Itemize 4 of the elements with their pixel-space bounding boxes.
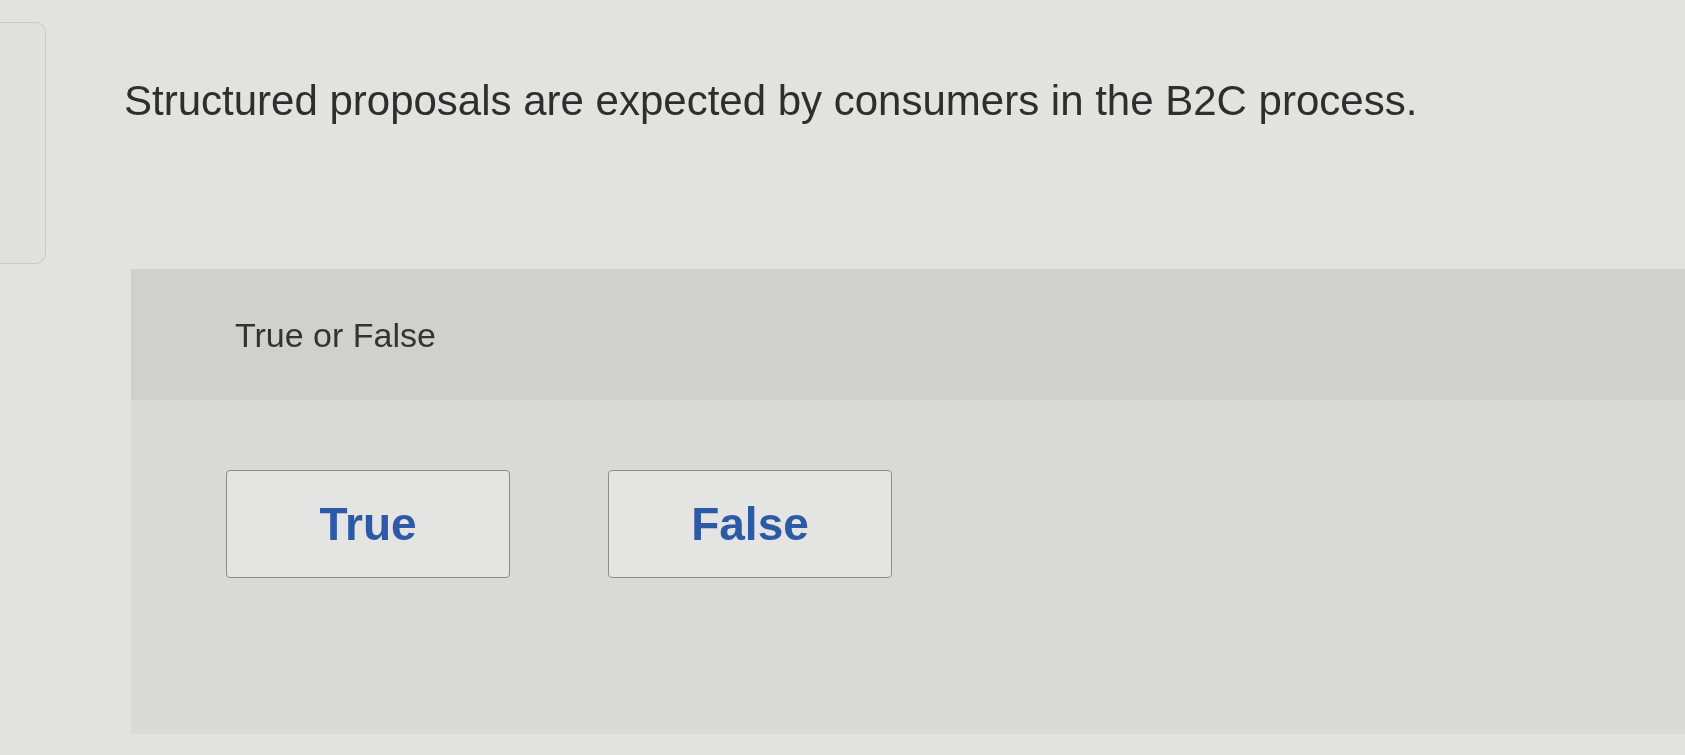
answer-option[interactable]: True [226,470,510,578]
question-text: Structured proposals are expected by consumers in the B2C process. [124,76,1418,126]
answer-option[interactable]: False [608,470,892,578]
prompt-text: True or False [235,315,436,355]
